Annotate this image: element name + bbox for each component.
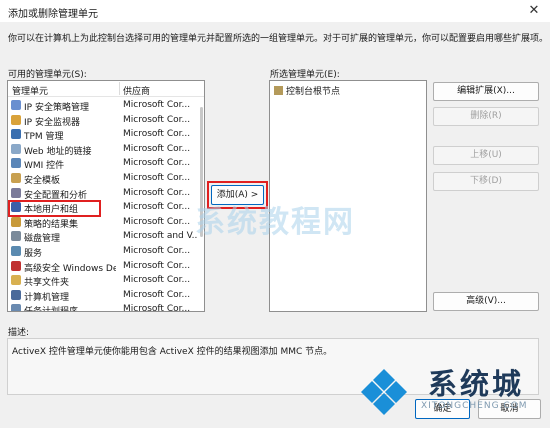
snapin-icon	[11, 231, 21, 242]
snapin-icon	[11, 158, 21, 169]
snapin-icon	[11, 246, 21, 256]
list-item[interactable]: 任务计划程序 Microsoft Cor...	[8, 302, 198, 312]
list-item[interactable]: WMI 控件 Microsoft Cor...	[8, 156, 198, 171]
list-item-label: 控制台根节点	[286, 87, 341, 97]
list-header: 管理单元 供应商	[8, 81, 204, 97]
snapin-vendor: Microsoft Cor...	[123, 187, 191, 198]
snapin-name: 策略的结果集	[24, 219, 79, 230]
move-up-button[interactable]: 上移(U)	[433, 146, 539, 165]
logo-subtext: XITONGCHENG.COM	[421, 401, 528, 411]
column-divider[interactable]	[119, 82, 120, 95]
snapin-vendor: Microsoft Cor...	[123, 304, 191, 312]
list-item[interactable]: TPM 管理 Microsoft Cor...	[8, 127, 198, 142]
available-label: 可用的管理单元(S):	[8, 70, 87, 80]
snapin-name: 计算机管理	[24, 292, 70, 303]
snapin-vendor: Microsoft Cor...	[123, 246, 191, 256]
snapin-vendor: Microsoft Cor...	[123, 173, 191, 183]
console-root-icon	[274, 86, 283, 95]
move-down-button[interactable]: 下移(D)	[433, 172, 539, 191]
available-snapins-list[interactable]: 管理单元 供应商 IP 安全策略管理 Microsoft Cor... IP 安全监…	[7, 80, 205, 312]
list-item[interactable]: 计算机管理 Microsoft Cor...	[8, 288, 198, 303]
snapin-icon	[11, 289, 21, 300]
snapin-icon	[11, 187, 21, 198]
list-item[interactable]: 控制台根节点	[274, 84, 340, 97]
selected-snapins-list[interactable]: 控制台根节点	[269, 80, 427, 312]
snapin-name: 安全模板	[24, 176, 61, 186]
snapin-vendor: Microsoft Cor...	[123, 260, 191, 271]
dialog-title: 添加或删除管理单元	[8, 9, 98, 20]
snapin-name: IP 安全策略管理	[24, 103, 89, 113]
snapin-vendor: Microsoft Cor...	[123, 289, 191, 300]
column-header-vendor[interactable]: 供应商	[123, 84, 150, 97]
close-icon[interactable]: ✕	[518, 0, 550, 22]
snapin-name: WMI 控件	[24, 161, 65, 172]
snapin-icon	[11, 216, 21, 227]
snapin-name: 高级安全 Windows De...	[24, 263, 116, 274]
list-item[interactable]: IP 安全策略管理 Microsoft Cor...	[8, 98, 198, 113]
description-label: 描述:	[8, 328, 30, 338]
list-item[interactable]: 共享文件夹 Microsoft Cor...	[8, 273, 198, 288]
snapin-name: 服务	[24, 249, 43, 259]
snapin-icon	[11, 129, 21, 140]
snapin-icon	[11, 143, 21, 154]
snapin-name: Web 地址的链接	[24, 146, 92, 157]
list-item[interactable]: 服务 Microsoft Cor...	[8, 244, 198, 259]
list-item[interactable]: 安全配置和分析 Microsoft Cor...	[8, 186, 198, 201]
snapin-vendor: Microsoft and V...	[123, 231, 197, 242]
snapin-vendor: Microsoft Cor...	[123, 275, 191, 286]
column-header-snapin[interactable]: 管理单元	[12, 84, 48, 97]
snapin-name: 磁盘管理	[24, 234, 61, 245]
description-text: ActiveX 控件管理单元使你能用包含 ActiveX 控件的结果视图添加 M…	[12, 347, 333, 357]
edit-extensions-button[interactable]: 编辑扩展(X)...	[433, 82, 539, 101]
snapin-icon	[11, 114, 21, 125]
remove-button[interactable]: 删除(R)	[433, 107, 539, 126]
selected-label: 所选管理单元(E):	[270, 70, 340, 80]
snapin-vendor: Microsoft Cor...	[123, 158, 191, 169]
snapin-icon	[11, 260, 21, 271]
snapin-vendor: Microsoft Cor...	[123, 100, 191, 110]
snapin-icon	[11, 100, 21, 110]
snapin-icon	[11, 173, 21, 183]
snapin-vendor: Microsoft Cor...	[123, 114, 191, 125]
snapin-name: 安全配置和分析	[24, 190, 88, 201]
snapin-icon	[11, 275, 21, 286]
advanced-button[interactable]: 高级(V)...	[433, 292, 539, 311]
snapin-vendor: Microsoft Cor...	[123, 202, 191, 213]
snapin-name: IP 安全监视器	[24, 117, 80, 128]
list-item[interactable]: 安全模板 Microsoft Cor...	[8, 171, 198, 186]
logo-text: 系统城	[428, 367, 525, 401]
logo-diamond-icon	[361, 369, 407, 415]
snapin-name: 共享文件夹	[24, 278, 70, 289]
list-item[interactable]: 磁盘管理 Microsoft and V...	[8, 229, 198, 244]
snapin-vendor: Microsoft Cor...	[123, 216, 191, 227]
snapin-vendor: Microsoft Cor...	[123, 129, 191, 140]
snapin-name: TPM 管理	[24, 132, 64, 143]
intro-text: 你可以在计算机上为此控制台选择可用的管理单元并配置所选的一组管理单元。对于可扩展…	[8, 34, 549, 44]
highlight-box	[8, 200, 101, 217]
snapin-name: 任务计划程序	[24, 304, 116, 311]
list-item[interactable]: IP 安全监视器 Microsoft Cor...	[8, 113, 198, 128]
snapin-vendor: Microsoft Cor...	[123, 143, 191, 154]
list-item[interactable]: Web 地址的链接 Microsoft Cor...	[8, 142, 198, 157]
watermark-text: 系统教程网	[195, 205, 355, 240]
snapin-icon	[11, 304, 21, 311]
list-item[interactable]: 高级安全 Windows De... Microsoft Cor...	[8, 259, 198, 274]
